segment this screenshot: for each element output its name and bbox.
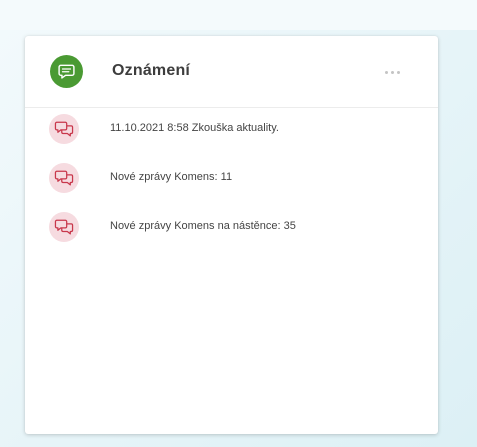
conversation-icon — [49, 212, 79, 242]
notification-item[interactable]: Nové zprávy Komens: 11 — [25, 163, 438, 199]
notification-item[interactable]: Nové zprávy Komens na nástěnce: 35 — [25, 212, 438, 248]
notification-text: Nové zprávy Komens na nástěnce: 35 — [110, 220, 296, 232]
card-title: Oznámení — [112, 62, 191, 79]
notification-item[interactable]: 11.10.2021 8:58 Zkouška aktuality. — [25, 114, 438, 150]
card-header: Oznámení — [25, 36, 438, 108]
conversation-icon — [49, 163, 79, 193]
notifications-card: Oznámení 11.10.2021 8:58 Zkouška aktuali… — [25, 36, 438, 434]
chat-bubble-icon — [50, 55, 83, 88]
more-horizontal-icon — [384, 70, 388, 74]
page-background — [0, 0, 477, 30]
notification-text: Nové zprávy Komens: 11 — [110, 171, 233, 183]
conversation-icon — [49, 114, 79, 144]
more-options-button[interactable] — [377, 62, 407, 82]
notification-text: 11.10.2021 8:58 Zkouška aktuality. — [110, 122, 279, 134]
